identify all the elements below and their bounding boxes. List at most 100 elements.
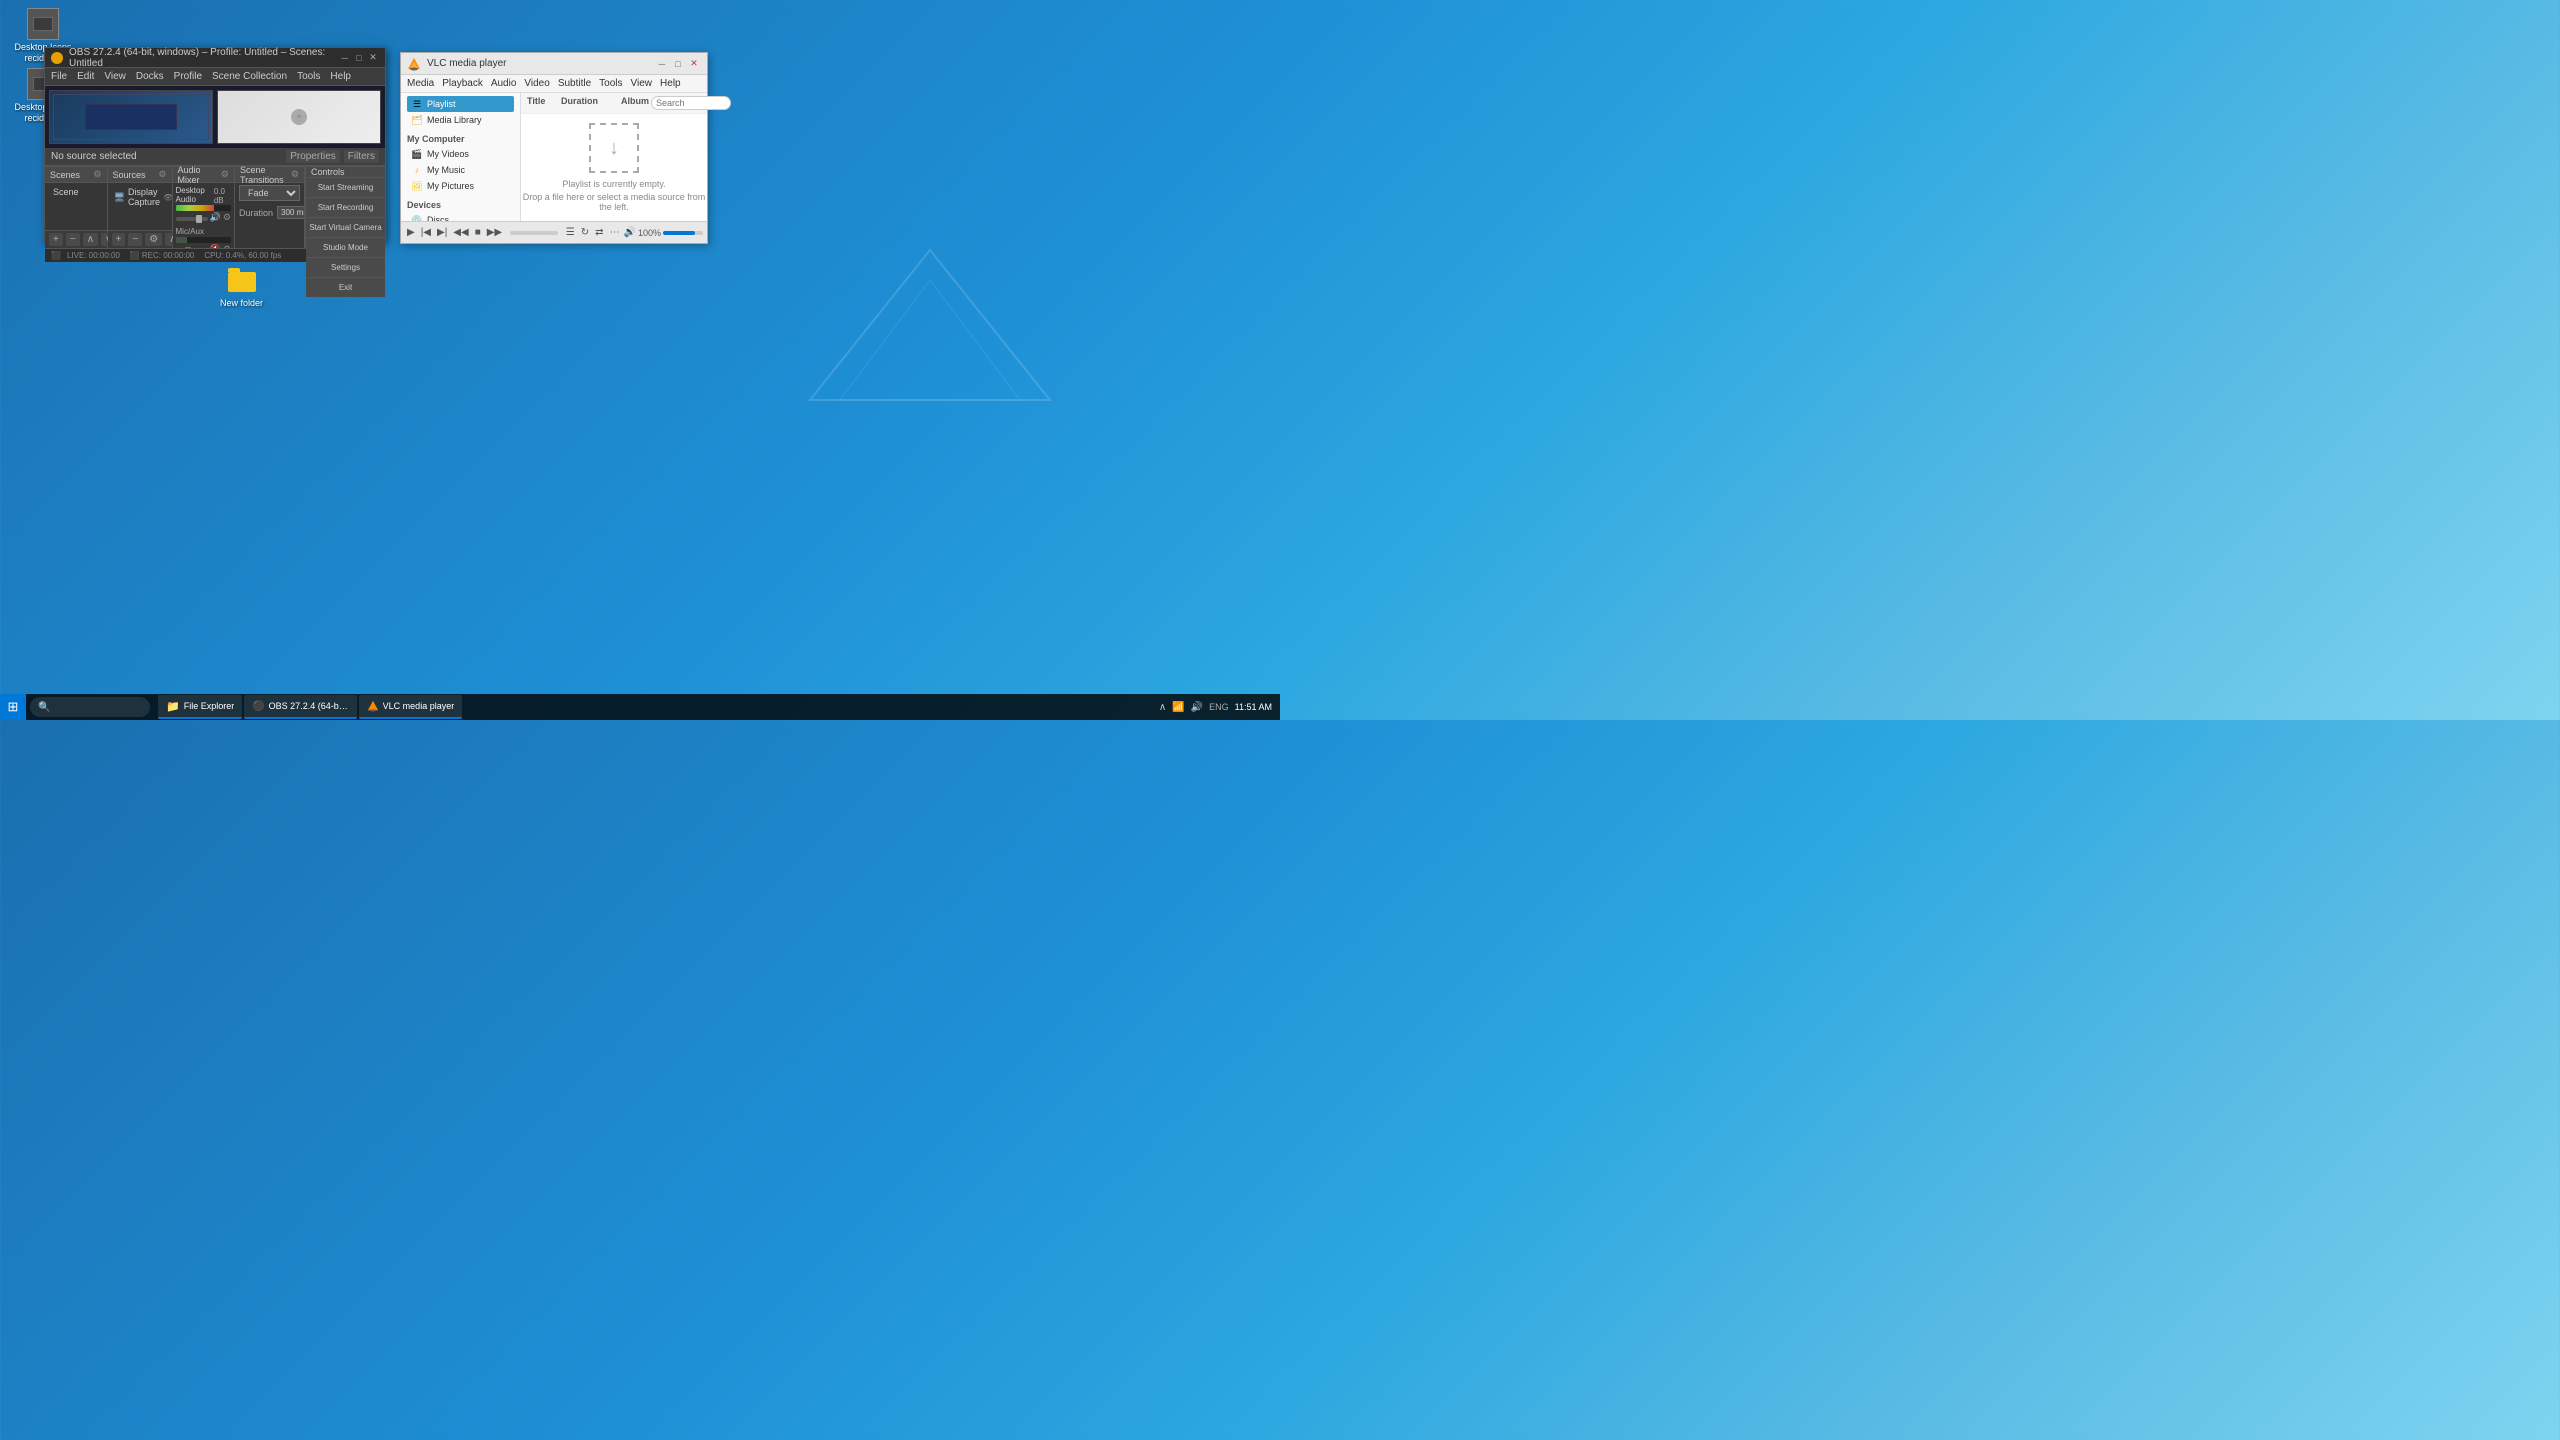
vlc-titlebar: VLC media player ─ □ ✕ — [401, 53, 707, 75]
taskbar-search[interactable]: 🔍 — [30, 697, 150, 717]
media-library-icon: 🗂 — [411, 114, 423, 126]
obs-transitions-icon[interactable]: ⚙ — [291, 169, 299, 180]
desktop-audio-level: 0.0 dB — [214, 187, 231, 205]
vlc-minimize-btn[interactable]: ─ — [655, 57, 669, 71]
settings-btn[interactable]: Settings — [306, 258, 385, 278]
obs-menu-docks[interactable]: Docks — [136, 71, 164, 82]
studio-mode-btn[interactable]: Studio Mode — [306, 238, 385, 258]
taskbar-tray: ∧ 📶 🔊 ENG 11:51 AM — [1151, 702, 1280, 713]
vlc-menu-tools[interactable]: Tools — [599, 78, 622, 89]
obs-menu-tools[interactable]: Tools — [297, 71, 320, 82]
vlc-menu-subtitle[interactable]: Subtitle — [558, 78, 591, 89]
vlc-playlist-header: Title Duration Album — [521, 93, 707, 114]
vlc-next-btn[interactable]: ▶| — [435, 225, 449, 240]
vlc-skip-fwd-btn[interactable]: ▶▶ — [485, 225, 504, 240]
transition-select[interactable]: Fade — [239, 185, 300, 201]
obs-properties-btn[interactable]: Properties — [286, 150, 340, 163]
vlc-maximize-btn[interactable]: □ — [671, 57, 685, 71]
obs-menu-edit[interactable]: Edit — [77, 71, 94, 82]
obs-scenes-title: Scenes — [50, 170, 93, 180]
mic-gear-icon[interactable]: ⚙ — [223, 244, 231, 248]
obs-menu-view[interactable]: View — [104, 71, 126, 82]
obs-menu-help[interactable]: Help — [330, 71, 351, 82]
start-virtual-camera-btn[interactable]: Start Virtual Camera — [306, 218, 385, 238]
obs-scenes-icon[interactable]: ⚙ — [93, 169, 101, 180]
obs-menu-profile[interactable]: Profile — [174, 71, 202, 82]
remove-source-btn[interactable]: − — [128, 233, 142, 246]
tray-volume-icon[interactable]: 🔊 — [1191, 702, 1203, 713]
col-title: Title — [527, 96, 561, 110]
vlc-window-controls[interactable]: ─ □ ✕ — [655, 57, 701, 71]
obs-window-controls[interactable]: ─ □ ✕ — [339, 52, 379, 64]
exit-btn[interactable]: Exit — [306, 278, 385, 297]
taskbar-vlc[interactable]: VLC media player — [359, 695, 463, 719]
remove-scene-btn[interactable]: − — [66, 233, 80, 246]
vlc-menu-media[interactable]: Media — [407, 78, 434, 89]
vlc-skip-back-btn[interactable]: ◀◀ — [451, 225, 470, 240]
vlc-search-input[interactable] — [651, 96, 731, 110]
source-row: 🖥 Display Capture 👁 🔒 — [112, 185, 168, 209]
vlc-volume-bar[interactable] — [663, 231, 703, 235]
vlc-menu-help[interactable]: Help — [660, 78, 681, 89]
obs-controls-panel: Controls Start Streaming Start Recording… — [305, 167, 385, 248]
vlc-discs[interactable]: 💿 Discs — [407, 212, 514, 221]
vlc-menu-video[interactable]: Video — [524, 78, 549, 89]
my-pictures-icon: 🖼 — [411, 180, 423, 192]
vlc-play-btn[interactable]: ▶ — [405, 225, 417, 240]
vlc-list-btn[interactable]: ☰ — [564, 225, 577, 240]
vlc-volume-pct: 100% — [638, 228, 661, 238]
scene-item[interactable]: Scene — [49, 185, 103, 199]
vlc-close-btn[interactable]: ✕ — [687, 57, 701, 71]
obs-window: OBS 27.2.4 (64-bit, windows) – Profile: … — [44, 47, 386, 243]
obs-menu-scene-collection[interactable]: Scene Collection — [212, 71, 287, 82]
obs-sources-icon[interactable]: ⚙ — [158, 169, 166, 180]
vlc-my-videos[interactable]: 🎬 My Videos — [407, 146, 514, 162]
duration-input[interactable] — [277, 206, 304, 219]
preview-thumb-1 — [49, 90, 213, 144]
vlc-playlist-section: ☰ Playlist 🗂 Media Library — [401, 93, 520, 131]
start-button[interactable]: ⊞ — [0, 694, 26, 720]
start-streaming-btn[interactable]: Start Streaming — [306, 178, 385, 198]
add-scene-btn[interactable]: + — [49, 233, 63, 246]
source-eye-btn[interactable]: 👁 — [163, 193, 172, 202]
vlc-more-btn[interactable]: ⋯ — [608, 225, 622, 240]
obs-titlebar[interactable]: OBS 27.2.4 (64-bit, windows) – Profile: … — [45, 48, 385, 68]
vlc-sidebar-media-library[interactable]: 🗂 Media Library — [407, 112, 514, 128]
obs-maximize-btn[interactable]: □ — [353, 52, 365, 64]
new-folder[interactable]: New folder — [220, 272, 263, 308]
obs-title-text: OBS 27.2.4 (64-bit, windows) – Profile: … — [69, 47, 339, 69]
tray-expand-icon[interactable]: ∧ — [1159, 702, 1166, 713]
desktop-mute-icon[interactable]: ⚙ — [223, 212, 231, 223]
obs-audio-icon[interactable]: ⚙ — [221, 169, 229, 180]
vlc-stop-btn[interactable]: ■ — [473, 225, 483, 240]
file-explorer-label: File Explorer — [184, 701, 235, 711]
vlc-menu-playback[interactable]: Playback — [442, 78, 483, 89]
obs-live-text: LIVE: 00:00:00 — [67, 251, 120, 260]
vlc-sidebar-playlist[interactable]: ☰ Playlist — [407, 96, 514, 112]
obs-filters-btn[interactable]: Filters — [344, 150, 379, 163]
obs-menu-file[interactable]: File — [51, 71, 67, 82]
vlc-prev-btn[interactable]: |◀ — [419, 225, 433, 240]
vlc-devices-title: Devices — [407, 200, 514, 210]
vlc-menu-view[interactable]: View — [631, 78, 653, 89]
obs-rec-icon: ⬛ — [130, 251, 140, 260]
vlc-my-pictures[interactable]: 🖼 My Pictures — [407, 178, 514, 194]
taskbar-file-explorer[interactable]: 📁 File Explorer — [158, 695, 242, 719]
vlc-shuffle-btn[interactable]: ⇄ — [593, 225, 605, 240]
my-videos-text: My Videos — [427, 149, 469, 159]
tray-clock[interactable]: 11:51 AM — [1235, 702, 1272, 712]
vlc-menu-audio[interactable]: Audio — [491, 78, 517, 89]
desktop-vol-icon[interactable]: 🔊 — [210, 212, 221, 223]
obs-close-btn[interactable]: ✕ — [367, 52, 379, 64]
vlc-progress-bar[interactable] — [510, 231, 558, 235]
add-source-btn[interactable]: + — [112, 233, 126, 246]
vlc-repeat-btn[interactable]: ↻ — [579, 225, 591, 240]
tray-network-icon[interactable]: 📶 — [1172, 702, 1184, 713]
taskbar-obs[interactable]: ⚫ OBS 27.2.4 (64-bit, w... — [244, 695, 356, 719]
mic-mute-icon[interactable]: 🔇 — [210, 244, 221, 248]
source-gear-btn[interactable]: ⚙ — [145, 233, 162, 246]
vlc-my-music[interactable]: ♪ My Music — [407, 162, 514, 178]
obs-minimize-btn[interactable]: ─ — [339, 52, 351, 64]
up-scene-btn[interactable]: ∧ — [83, 233, 98, 246]
start-recording-btn[interactable]: Start Recording — [306, 198, 385, 218]
